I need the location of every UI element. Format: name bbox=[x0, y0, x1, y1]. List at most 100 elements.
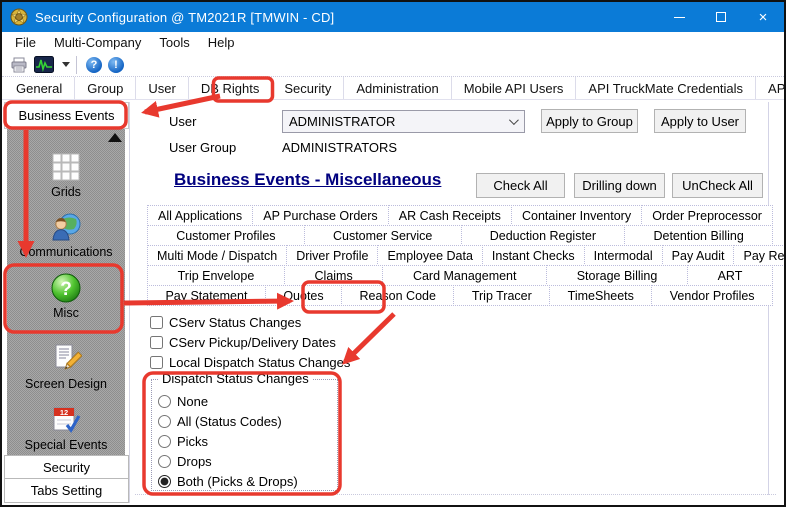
category-employee-data[interactable]: Employee Data bbox=[377, 245, 482, 266]
special-events-icon: 12 bbox=[50, 404, 82, 436]
radio-drops[interactable]: Drops bbox=[158, 452, 212, 470]
checkbox-input[interactable] bbox=[150, 316, 163, 329]
category-detention-billing[interactable]: Detention Billing bbox=[624, 225, 773, 246]
toolbar-separator bbox=[76, 56, 77, 74]
radio-input[interactable] bbox=[158, 415, 171, 428]
category-claims[interactable]: Claims bbox=[284, 265, 383, 286]
category-reason-code[interactable]: Reason Code bbox=[341, 285, 454, 306]
sidebar-item-special-events[interactable]: 12 Special Events bbox=[7, 404, 125, 452]
tab-db-rights[interactable]: DB Rights bbox=[189, 77, 273, 99]
category-storage-billing[interactable]: Storage Billing bbox=[546, 265, 688, 286]
radio-input[interactable] bbox=[158, 475, 171, 488]
category-order-preprocessor[interactable]: Order Preprocessor bbox=[641, 205, 773, 226]
grids-icon bbox=[50, 151, 82, 183]
radio-label: Drops bbox=[177, 454, 212, 469]
sidebar-item-misc[interactable]: ? Misc bbox=[7, 272, 125, 320]
tab-group[interactable]: Group bbox=[75, 77, 136, 99]
help-icon[interactable]: ? bbox=[86, 57, 102, 73]
category-pay-audit[interactable]: Pay Audit bbox=[662, 245, 735, 266]
category-timesheets[interactable]: TimeSheets bbox=[549, 285, 652, 306]
chevron-down-icon bbox=[509, 115, 519, 125]
radio-label: None bbox=[177, 394, 208, 409]
radio-picks[interactable]: Picks bbox=[158, 432, 208, 450]
sidebar-footer-tabs-setting[interactable]: Tabs Setting bbox=[4, 479, 129, 503]
category-ar-cash-receipts[interactable]: AR Cash Receipts bbox=[388, 205, 512, 226]
close-button[interactable]: × bbox=[742, 2, 784, 32]
check-all-button[interactable]: Check All bbox=[476, 173, 565, 198]
menu-multi-company[interactable]: Multi-Company bbox=[45, 35, 150, 50]
dispatch-status-group-title: Dispatch Status Changes bbox=[158, 371, 313, 386]
category-grid: All Applications AP Purchase Orders AR C… bbox=[147, 205, 773, 306]
category-card-management[interactable]: Card Management bbox=[382, 265, 547, 286]
category-container-inventory[interactable]: Container Inventory bbox=[511, 205, 642, 226]
checkbox-local-dispatch-status-changes[interactable]: Local Dispatch Status Changes bbox=[150, 353, 350, 371]
checkbox-input[interactable] bbox=[150, 356, 163, 369]
category-trip-tracer[interactable]: Trip Tracer bbox=[453, 285, 550, 306]
sidebar-item-grids[interactable]: Grids bbox=[7, 151, 125, 199]
category-art[interactable]: ART bbox=[687, 265, 773, 286]
radio-none[interactable]: None bbox=[158, 392, 208, 410]
category-customer-service[interactable]: Customer Service bbox=[304, 225, 462, 246]
sidebar-footer-security[interactable]: Security bbox=[4, 455, 129, 479]
checkbox-cserv-pickup-delivery-dates[interactable]: CServ Pickup/Delivery Dates bbox=[150, 333, 336, 351]
tm-monitor-icon[interactable] bbox=[34, 56, 54, 73]
sidebar: Business Events Grids bbox=[4, 102, 130, 503]
user-group-label: User Group bbox=[169, 140, 236, 155]
category-multi-mode-dispatch[interactable]: Multi Mode / Dispatch bbox=[147, 245, 287, 266]
apply-to-user-button[interactable]: Apply to User bbox=[654, 109, 746, 133]
category-vendor-profiles[interactable]: Vendor Profiles bbox=[651, 285, 773, 306]
sidebar-item-label: Special Events bbox=[25, 438, 108, 452]
maximize-button[interactable] bbox=[700, 2, 742, 32]
checkbox-cserv-status-changes[interactable]: CServ Status Changes bbox=[150, 313, 301, 331]
tab-user[interactable]: User bbox=[136, 77, 188, 99]
category-customer-profiles[interactable]: Customer Profiles bbox=[147, 225, 305, 246]
tab-administration[interactable]: Administration bbox=[344, 77, 451, 99]
category-all-applications[interactable]: All Applications bbox=[147, 205, 253, 226]
tab-mobile-api-users[interactable]: Mobile API Users bbox=[452, 77, 577, 99]
menu-tools[interactable]: Tools bbox=[150, 35, 198, 50]
category-pay-register[interactable]: Pay Register bbox=[733, 245, 786, 266]
minimize-button[interactable] bbox=[658, 2, 700, 32]
apply-to-group-button[interactable]: Apply to Group bbox=[541, 109, 638, 133]
menu-file[interactable]: File bbox=[6, 35, 45, 50]
page-title: Business Events - Miscellaneous bbox=[174, 170, 441, 190]
sidebar-item-label: Misc bbox=[53, 306, 79, 320]
menu-help[interactable]: Help bbox=[199, 35, 244, 50]
category-intermodal[interactable]: Intermodal bbox=[584, 245, 663, 266]
misc-icon: ? bbox=[50, 272, 82, 304]
radio-all-status-codes[interactable]: All (Status Codes) bbox=[158, 412, 282, 430]
info-icon[interactable]: ! bbox=[108, 57, 124, 73]
printer-icon[interactable] bbox=[10, 57, 28, 73]
svg-text:12: 12 bbox=[60, 408, 68, 417]
category-driver-profile[interactable]: Driver Profile bbox=[286, 245, 378, 266]
sidebar-item-communications[interactable]: Communications bbox=[7, 211, 125, 259]
dropdown-arrow-icon[interactable] bbox=[62, 62, 70, 67]
category-ap-purchase-orders[interactable]: AP Purchase Orders bbox=[252, 205, 389, 226]
radio-input[interactable] bbox=[158, 455, 171, 468]
top-tab-bar: General Group User DB Rights Security Ad… bbox=[2, 77, 784, 100]
category-quotes[interactable]: Quotes bbox=[265, 285, 342, 306]
uncheck-all-button[interactable]: UnCheck All bbox=[672, 173, 763, 198]
category-deduction-register[interactable]: Deduction Register bbox=[461, 225, 626, 246]
user-select[interactable]: ADMINISTRATOR bbox=[282, 110, 525, 133]
radio-both-picks-drops[interactable]: Both (Picks & Drops) bbox=[158, 472, 298, 490]
tab-general[interactable]: General bbox=[4, 77, 75, 99]
radio-input[interactable] bbox=[158, 395, 171, 408]
sidebar-item-label: Screen Design bbox=[25, 377, 107, 391]
main-panel: User ADMINISTRATOR Apply to Group Apply … bbox=[131, 102, 782, 503]
svg-text:?: ? bbox=[60, 279, 72, 300]
category-instant-checks[interactable]: Instant Checks bbox=[482, 245, 585, 266]
tab-api-truckmate-credentials[interactable]: API TruckMate Credentials bbox=[576, 77, 756, 99]
tab-security[interactable]: Security bbox=[272, 77, 344, 99]
category-pay-statement[interactable]: Pay Statement bbox=[147, 285, 266, 306]
category-trip-envelope[interactable]: Trip Envelope bbox=[147, 265, 285, 286]
checkbox-input[interactable] bbox=[150, 336, 163, 349]
radio-input[interactable] bbox=[158, 435, 171, 448]
menu-bar: File Multi-Company Tools Help bbox=[2, 32, 784, 53]
toolbar: ? ! bbox=[2, 53, 784, 77]
sidebar-item-screen-design[interactable]: Screen Design bbox=[7, 343, 125, 391]
scroll-up-icon[interactable] bbox=[108, 133, 122, 142]
tab-api-client-credentials[interactable]: API Client Credentials bbox=[756, 77, 786, 99]
drilling-down-button[interactable]: Drilling down bbox=[574, 173, 665, 198]
checkbox-label: Local Dispatch Status Changes bbox=[169, 355, 350, 370]
